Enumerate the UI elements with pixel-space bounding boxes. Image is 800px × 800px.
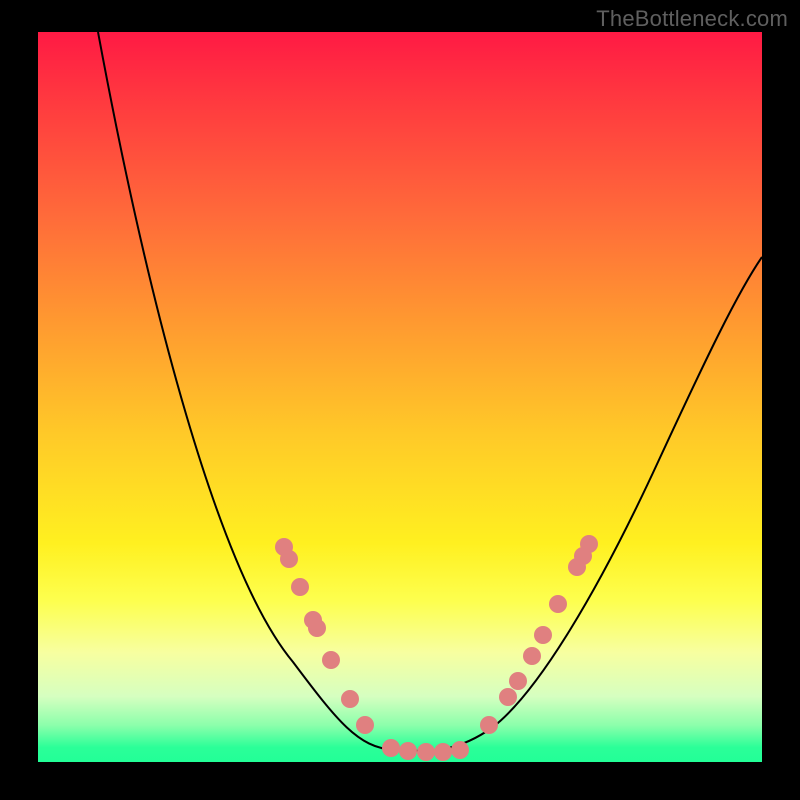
data-dots	[275, 535, 598, 761]
data-dot	[382, 739, 400, 757]
data-dot	[580, 535, 598, 553]
data-dot	[417, 743, 435, 761]
data-dot	[280, 550, 298, 568]
data-dot	[308, 619, 326, 637]
data-dot	[534, 626, 552, 644]
data-dot	[341, 690, 359, 708]
data-dot	[399, 742, 417, 760]
data-dot	[434, 743, 452, 761]
data-dot	[549, 595, 567, 613]
data-dot	[356, 716, 374, 734]
data-dot	[509, 672, 527, 690]
data-dot	[291, 578, 309, 596]
data-dot	[480, 716, 498, 734]
data-dot	[451, 741, 469, 759]
data-dot	[499, 688, 517, 706]
data-dot	[523, 647, 541, 665]
bottleneck-curve	[98, 32, 762, 751]
chart-plot-area	[38, 32, 762, 762]
chart-svg	[38, 32, 762, 762]
watermark-text: TheBottleneck.com	[596, 6, 788, 32]
data-dot	[322, 651, 340, 669]
